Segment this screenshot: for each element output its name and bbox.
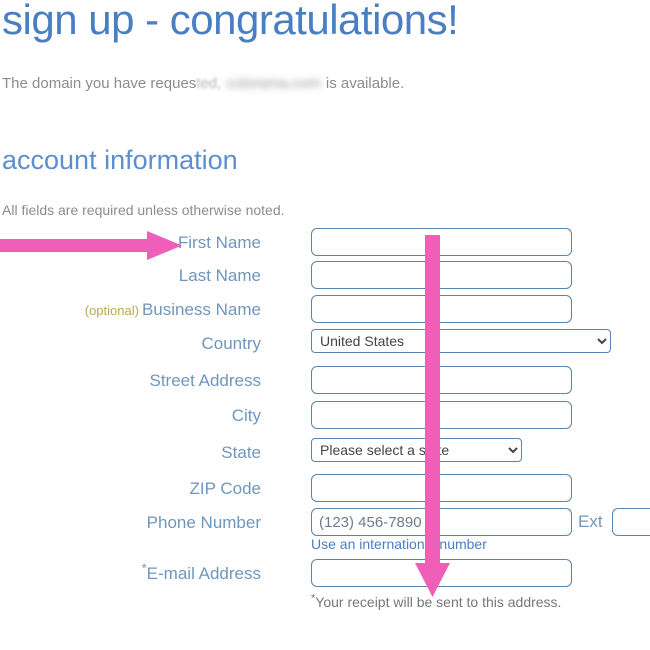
field-control-wrapper: United States [311,329,611,353]
street-address-input[interactable] [311,366,572,394]
form-row: State Please select a state [0,438,650,472]
first-name-input[interactable] [311,228,572,256]
domain-message-prefix: The domain you have reques [2,75,197,92]
field-label-text: City [231,406,261,425]
form-row: First Name [0,228,650,262]
field-label-text: Phone Number [146,513,261,532]
field-label-text: Country [201,334,261,353]
zip-code-input[interactable] [311,474,572,502]
required-fields-note: All fields are required unless otherwise… [2,202,285,218]
field-label-street-address: Street Address [149,366,261,396]
form-row: Country United States [0,329,650,363]
field-label-text: Street Address [149,371,261,390]
domain-message-suffix: is available. [325,75,405,92]
city-input[interactable] [311,401,572,429]
field-control-wrapper [311,401,572,429]
phone-number-input[interactable] [311,508,572,536]
field-label-phone-number: Phone Number [147,508,261,538]
country-select[interactable]: United States [311,329,611,353]
page-title: sign up - congratulations! [2,0,459,43]
field-control-wrapper [311,559,572,587]
field-control-wrapper [311,508,572,536]
form-row: (optional) Business Name [0,295,650,329]
field-control-wrapper [311,261,572,289]
business-name-input[interactable] [311,295,572,323]
field-control-wrapper [311,295,572,323]
phone-extension-input[interactable] [612,508,650,536]
field-label-text: ZIP Code [189,479,261,498]
e-mail-address-input[interactable] [311,559,572,587]
field-label-zip-code: ZIP Code [189,474,261,504]
field-label-text: E-mail Address [146,564,261,583]
optional-marker: (optional) [84,303,139,318]
email-receipt-note: *Your receipt will be sent to this addre… [311,593,562,610]
field-control-wrapper [311,474,572,502]
redacted-domain-name: colorama.com [226,75,321,92]
field-label-first-name: First Name [178,228,261,258]
form-row: City [0,401,650,435]
field-label-text: Last Name [178,266,261,285]
field-label-text: Business Name [141,300,261,319]
field-control-wrapper [311,366,572,394]
form-row: Street Address [0,366,650,400]
field-label-last-name: Last Name [179,261,261,291]
field-control-wrapper: Please select a state [311,438,522,462]
email-receipt-note-text: Your receipt will be sent to this addres… [315,594,562,610]
field-label-state: State [221,438,261,468]
section-title-account-information: account information [2,145,238,175]
field-label-e-mail-address: *E-mail Address [142,559,261,589]
domain-availability-message: The domain you have requested, colorama.… [2,75,404,92]
field-control-wrapper [311,228,572,256]
account-information-form: First Name Last Name (optional) Business Na… [0,228,650,628]
state-select[interactable]: Please select a state [311,438,522,462]
field-label-business-name: (optional) Business Name [85,295,261,325]
form-row: *E-mail Address [0,559,650,593]
field-label-country: Country [201,329,261,359]
form-row: ZIP Code [0,474,650,508]
field-label-text: First Name [177,233,261,252]
last-name-input[interactable] [311,261,572,289]
field-label-text: State [221,443,261,462]
domain-message-fade-tail: ted, [196,75,222,92]
international-number-link[interactable]: Use an international number [311,536,487,558]
form-row: Last Name [0,261,650,295]
ext-field-wrapper [612,508,650,536]
ext-label: Ext [578,512,603,531]
field-label-city: City [232,401,261,431]
